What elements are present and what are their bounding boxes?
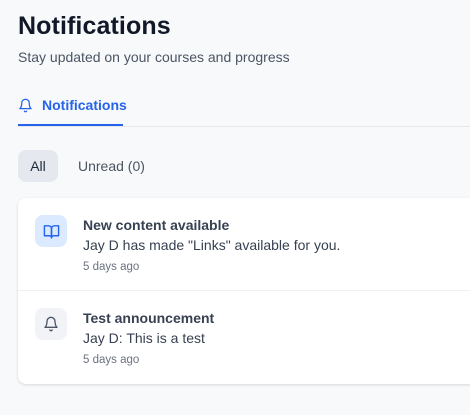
- page-subtitle: Stay updated on your courses and progres…: [18, 49, 290, 65]
- filter-unread-button[interactable]: Unread (0): [78, 150, 145, 182]
- notification-item[interactable]: New content available Jay D has made "Li…: [18, 198, 470, 291]
- notification-list: New content available Jay D has made "Li…: [18, 198, 470, 384]
- bell-icon: [18, 98, 33, 113]
- notification-timestamp: 5 days ago: [83, 354, 140, 366]
- page-title: Notifications: [18, 12, 171, 40]
- book-icon: [35, 215, 67, 247]
- tab-notifications[interactable]: Notifications: [18, 86, 127, 126]
- bell-icon: [35, 308, 67, 340]
- notification-body: Jay D: This is a test: [83, 330, 205, 346]
- notification-title: New content available: [83, 217, 230, 233]
- notification-title: Test announcement: [83, 310, 215, 326]
- filter-all-button[interactable]: All: [18, 150, 58, 182]
- tab-bar: Notifications: [18, 86, 470, 127]
- notification-body: Jay D has made "Links" available for you…: [83, 237, 341, 253]
- notification-item[interactable]: Test announcement Jay D: This is a test …: [18, 291, 470, 383]
- notification-timestamp: 5 days ago: [83, 261, 140, 273]
- tab-label: Notifications: [42, 97, 127, 113]
